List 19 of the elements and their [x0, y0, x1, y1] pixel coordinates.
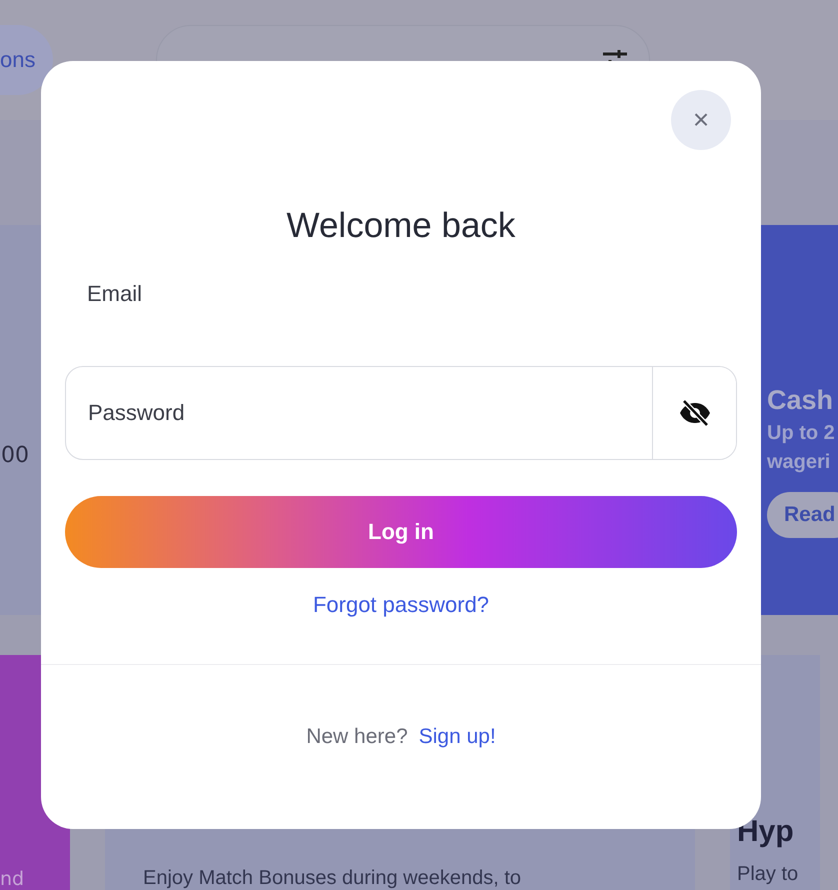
signup-prompt: New here? — [306, 725, 408, 749]
promo-title: Hyp — [737, 815, 795, 849]
show-password-button[interactable] — [652, 367, 736, 459]
promo-text: Enjoy Match Bonuses during weekends, to — [143, 867, 522, 890]
eye-slash-icon — [678, 398, 712, 428]
promo-text: wageri — [767, 451, 832, 474]
nav-tab[interactable]: ons — [0, 25, 54, 95]
forgot-password-link[interactable]: Forgot password? — [312, 592, 490, 618]
read-more-button[interactable]: Read — [767, 492, 838, 538]
dialog-title: Welcome back — [286, 208, 516, 243]
promo-title: Cash — [767, 385, 834, 416]
signup-link[interactable]: Sign up! — [418, 725, 496, 749]
close-button[interactable]: × — [671, 90, 731, 150]
promo-text: nd — [0, 868, 24, 890]
promo-amount: 00 — [1, 442, 29, 468]
promo-text: Play to — [737, 863, 800, 886]
promo-text: Up to 2 — [767, 422, 836, 445]
login-button[interactable]: Log in — [65, 496, 737, 568]
email-field[interactable]: Email — [65, 247, 737, 341]
